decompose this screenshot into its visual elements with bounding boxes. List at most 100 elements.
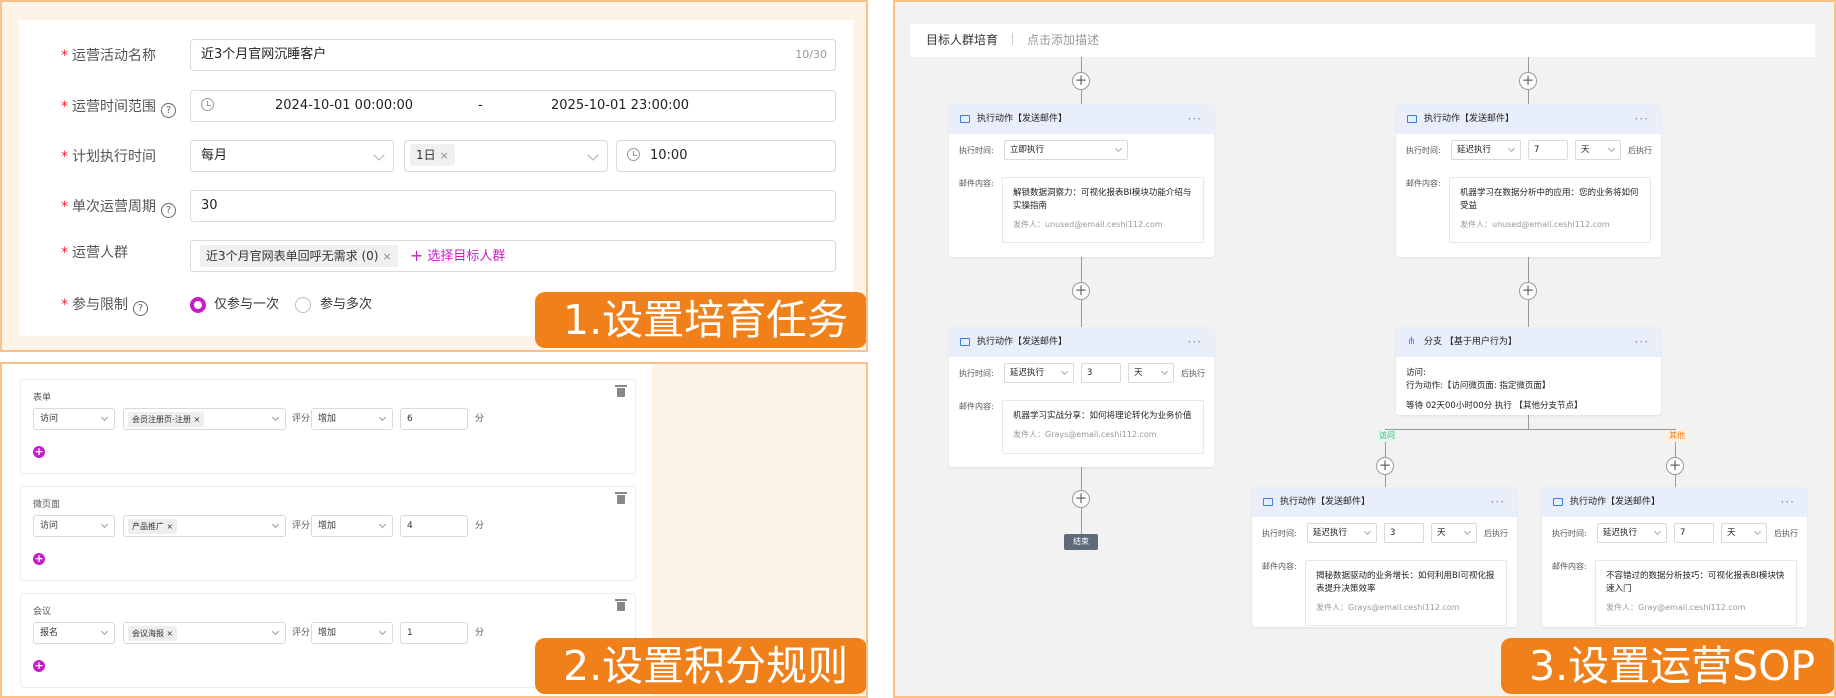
mail-sender: 发件人：Grays@email.ceshi112.com (1316, 603, 1460, 612)
more-icon[interactable]: ··· (1635, 327, 1649, 357)
delay-unit-select[interactable]: 天 (1431, 523, 1477, 543)
exec-mode-select[interactable]: 延迟执行 (1307, 523, 1377, 543)
flow-node-email-2[interactable]: 执行动作【发送邮件】 ··· 执行时间: 延迟执行 3 天 后执行 邮件内容: 机… (949, 327, 1214, 467)
more-icon[interactable]: ··· (1635, 104, 1649, 134)
rule-op-value: 增加 (318, 414, 337, 424)
rule-target-text: 会议海报 (132, 629, 164, 638)
add-node-icon[interactable]: + (1519, 282, 1537, 300)
tag-close-icon[interactable]: × (167, 629, 174, 638)
exec-mode-select[interactable]: 延迟执行 (1004, 363, 1074, 383)
select-crowd-link[interactable]: + 选择目标人群 (410, 246, 506, 265)
plan-day-select[interactable]: 1日 × (404, 140, 608, 172)
node-header: 执行动作【发送邮件】 ··· (949, 327, 1214, 357)
exec-mode-select[interactable]: 延迟执行 (1597, 523, 1667, 543)
limit-once-text[interactable]: 仅参与一次 (214, 288, 279, 322)
tag-close-icon[interactable]: × (382, 250, 391, 263)
rule-score-input[interactable]: 1 (400, 622, 468, 644)
add-condition-icon[interactable]: + (33, 446, 45, 458)
rule-action-select[interactable]: 访问 (33, 408, 115, 430)
mail-content-box[interactable]: 解锁数据洞察力：可视化报表BI模块功能介绍与实操指南 发件人：unused@ema… (1002, 177, 1204, 243)
chevron-down-icon (1753, 527, 1762, 536)
time-range-label-text: 运营时间范围 (72, 99, 156, 115)
more-icon[interactable]: ··· (1491, 487, 1505, 517)
add-condition-icon[interactable]: + (33, 553, 45, 565)
end-node-button[interactable]: 结束 (1064, 534, 1098, 550)
tag-close-icon[interactable]: × (167, 522, 174, 531)
help-icon[interactable]: ? (161, 103, 176, 118)
chevron-down-icon (1653, 527, 1662, 536)
flow-node-email-3[interactable]: 执行动作【发送邮件】 ··· 执行时间: 延迟执行 7 天 后执行 邮件内容: 机… (1396, 104, 1661, 257)
help-icon[interactable]: ? (133, 301, 148, 316)
time-start[interactable]: 2024-10-01 00:00:00 (275, 91, 413, 121)
branch-connector (1385, 429, 1675, 430)
mail-content-label: 邮件内容: (959, 402, 994, 411)
rule-action-select[interactable]: 报名 (33, 622, 115, 644)
more-icon[interactable]: ··· (1781, 487, 1795, 517)
plan-clock-picker[interactable]: 10:00 (616, 140, 836, 172)
delay-unit-select[interactable]: 天 (1721, 523, 1767, 543)
delay-unit-select[interactable]: 天 (1575, 140, 1621, 160)
char-count: 10/30 (795, 48, 827, 61)
flow-header: 目标人群培育 点击添加描述 (910, 24, 1815, 57)
rule-score-input[interactable]: 6 (400, 408, 468, 430)
delay-days-input[interactable]: 3 (1081, 363, 1121, 383)
exec-mode-select[interactable]: 延迟执行 (1451, 140, 1521, 160)
trash-icon[interactable] (615, 492, 627, 504)
flow-description-link[interactable]: 点击添加描述 (1027, 33, 1099, 47)
flow-node-email-5[interactable]: 执行动作【发送邮件】 ··· 执行时间: 延迟执行 7 天 后执行 邮件内容: 不… (1542, 487, 1807, 627)
exec-mode-select[interactable]: 立即执行 (1004, 140, 1128, 160)
time-end[interactable]: 2025-10-01 23:00:00 (551, 91, 689, 121)
limit-multi-radio[interactable] (295, 297, 311, 313)
delay-unit-select[interactable]: 天 (1128, 363, 1174, 383)
rule-score-input[interactable]: 4 (400, 515, 468, 537)
add-node-icon[interactable]: + (1376, 457, 1394, 475)
cycle-input[interactable]: 30 (190, 190, 836, 222)
flow-node-email-1[interactable]: 执行动作【发送邮件】 ··· 执行时间: 立即执行 邮件内容: 解锁数据洞察力：可… (949, 104, 1214, 257)
activity-name-input[interactable]: 近3个月官网沉睡客户 10/30 (190, 39, 836, 71)
required-mark: * (61, 297, 68, 313)
rule-op-select[interactable]: 增加 (311, 515, 393, 537)
add-node-icon[interactable]: + (1072, 490, 1090, 508)
more-icon[interactable]: ··· (1188, 104, 1202, 134)
flow-node-branch[interactable]: ⋔ 分支 【基于用户行为】 ··· 访问: 行为动作:【访问微页面: 指定微页面】 … (1396, 327, 1661, 415)
rule-target-select[interactable]: 会议海报 × (123, 622, 286, 644)
time-range-picker[interactable]: 2024-10-01 00:00:00 - 2025-10-01 23:00:0… (190, 90, 836, 122)
plan-frequency-select[interactable]: 每月 (190, 140, 394, 172)
add-node-icon[interactable]: + (1666, 457, 1684, 475)
mail-content-box[interactable]: 揭秘数据驱动的业务增长：如何利用BI可视化报表提升决策效率 发件人：Grays@e… (1305, 560, 1507, 626)
mail-icon (1407, 115, 1417, 123)
more-icon[interactable]: ··· (1188, 327, 1202, 357)
trash-icon[interactable] (615, 385, 627, 397)
after-exec-label: 后执行 (1484, 529, 1508, 538)
limit-once-radio[interactable] (190, 297, 206, 313)
crowd-select[interactable]: 近3个月官网表单回呼无需求 (0) × + 选择目标人群 (190, 240, 836, 272)
add-condition-icon[interactable]: + (33, 660, 45, 672)
rule-op-select[interactable]: 增加 (311, 408, 393, 430)
mail-content-box[interactable]: 机器学习实战分享：如何将理论转化为业务价值 发件人：Grays@email.ces… (1002, 400, 1204, 454)
tag-close-icon[interactable]: × (193, 415, 200, 424)
chevron-down-icon (587, 149, 599, 161)
rule-op-select[interactable]: 增加 (311, 622, 393, 644)
trash-icon[interactable] (615, 599, 627, 611)
limit-multi-text[interactable]: 参与多次 (320, 288, 372, 322)
flow-title[interactable]: 目标人群培育 (926, 33, 998, 47)
tag-close-icon[interactable]: × (440, 149, 449, 162)
chevron-down-icon (378, 520, 387, 529)
mail-icon (960, 338, 970, 346)
flow-node-email-4[interactable]: 执行动作【发送邮件】 ··· 执行时间: 延迟执行 3 天 后执行 邮件内容: 揭… (1252, 487, 1517, 627)
rule-target-select[interactable]: 产品推广 × (123, 515, 286, 537)
add-node-icon[interactable]: + (1072, 72, 1090, 90)
mail-content-label: 邮件内容: (1406, 179, 1441, 188)
delay-days-input[interactable]: 7 (1528, 140, 1568, 160)
add-node-icon[interactable]: + (1519, 72, 1537, 90)
step3-label: 3.设置运营SOP (1501, 638, 1834, 694)
mail-sender: 发件人：unused@email.ceshi112.com (1013, 220, 1163, 229)
mail-content-box[interactable]: 机器学习在数据分析中的应用：您的业务将如何受益 发件人：unused@email.… (1449, 177, 1651, 243)
help-icon[interactable]: ? (161, 203, 176, 218)
add-node-icon[interactable]: + (1072, 282, 1090, 300)
rule-action-select[interactable]: 访问 (33, 515, 115, 537)
rule-target-select[interactable]: 会员注册页-注册 × (123, 408, 286, 430)
delay-days-input[interactable]: 7 (1674, 523, 1714, 543)
mail-content-box[interactable]: 不容错过的数据分析技巧：可视化报表BI模块快速入门 发件人：Gray@email.… (1595, 560, 1797, 626)
delay-days-input[interactable]: 3 (1384, 523, 1424, 543)
